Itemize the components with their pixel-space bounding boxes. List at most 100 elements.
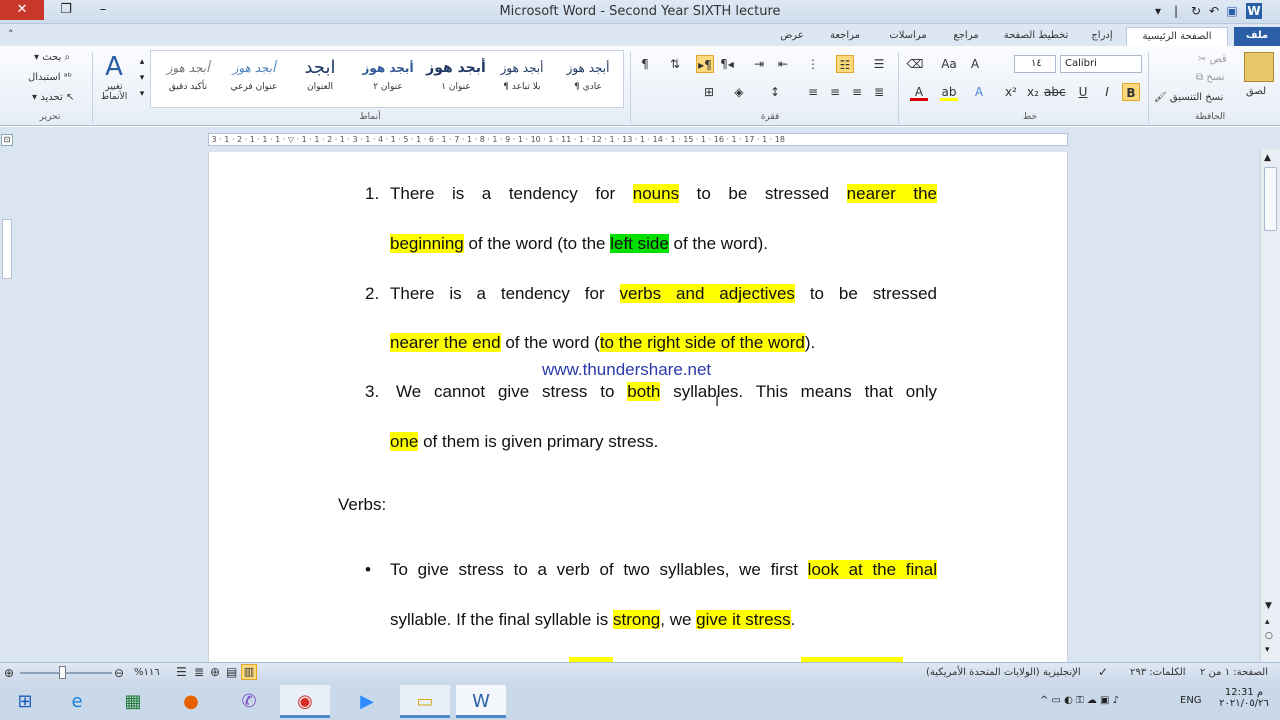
style-subtitle[interactable]: أبجد هوز عنوان فرعي: [222, 54, 286, 102]
font-size-select[interactable]: ١٤: [1014, 55, 1056, 73]
browse-object-icon[interactable]: ○: [1265, 631, 1273, 641]
paragraph-line[interactable]: nearer the end of the word (to the right…: [390, 333, 815, 353]
previous-page-icon[interactable]: ▴: [1265, 617, 1270, 627]
find-button[interactable]: ▾ بحث ⌕: [34, 52, 70, 63]
gallery-scroll[interactable]: ▴ ▾ ▾: [136, 54, 148, 104]
justify-icon[interactable]: ≣: [870, 83, 888, 101]
scroll-up-icon[interactable]: ▲: [1264, 153, 1271, 163]
input-language[interactable]: ENG: [1180, 695, 1202, 706]
word-count[interactable]: الكلمات: ٢٩٣: [1130, 667, 1186, 678]
paste-button[interactable]: لصق: [1246, 86, 1266, 97]
ltr-icon[interactable]: ▸¶: [696, 55, 714, 73]
taskbar-zoom[interactable]: ▶: [342, 685, 392, 718]
italic-icon[interactable]: I: [1098, 83, 1116, 101]
clock[interactable]: 12:31 م ٢٠٢١/٠٥/٢٦: [1214, 687, 1274, 709]
taskbar-store[interactable]: ▦: [108, 685, 158, 718]
style-heading-1[interactable]: أبجد هوز عنوان ١: [424, 54, 488, 102]
font-name-select[interactable]: Calibri: [1060, 55, 1142, 73]
taskbar-word[interactable]: W: [456, 685, 506, 718]
align-left-icon[interactable]: ≡: [804, 83, 822, 101]
paragraph-line[interactable]: There is a tendency for verbs and adject…: [390, 284, 937, 304]
scroll-down-icon[interactable]: ▼: [1265, 601, 1272, 611]
scroll-thumb[interactable]: [1264, 167, 1277, 231]
zoom-in-icon[interactable]: ⊕: [4, 666, 14, 680]
tab-selector-icon[interactable]: ⊡: [1, 134, 13, 146]
shading-icon[interactable]: ◈: [730, 83, 748, 101]
paragraph-line[interactable]: syllable. If the final syllable is stron…: [390, 610, 795, 630]
style-no-spacing[interactable]: أبجد هوز ¶ بلا تباعد: [490, 54, 554, 102]
taskbar-explorer[interactable]: ▭: [400, 685, 450, 718]
format-painter-button[interactable]: 🖌 نسخ التنسيق: [1154, 92, 1223, 103]
paste-icon[interactable]: [1244, 52, 1274, 82]
word-app-icon[interactable]: W: [1246, 3, 1262, 19]
paragraph-line[interactable]: We cannot give stress to both syllables.…: [396, 382, 937, 402]
numbering-icon[interactable]: ☷: [836, 55, 854, 73]
tab-insert[interactable]: إدراج: [1082, 27, 1122, 46]
zoom-slider[interactable]: [20, 672, 112, 674]
grow-font-icon[interactable]: A: [966, 55, 984, 73]
align-center-icon[interactable]: ≡: [826, 83, 844, 101]
tab-review[interactable]: مراجعة: [820, 27, 870, 46]
taskbar-ie[interactable]: e: [52, 685, 102, 718]
tab-mailings[interactable]: مراسلات: [880, 27, 936, 46]
tab-view[interactable]: عرض: [772, 27, 812, 46]
language-status[interactable]: الإنجليزية (الولايات المتحدة الأمريكية): [926, 667, 1081, 678]
paragraph-line[interactable]: beginning of the word (to the left side …: [390, 234, 768, 254]
tray-icons[interactable]: ^ ▭ ◐ ⚿ ☁ ▣ ♪: [1040, 695, 1119, 706]
taskbar-chrome[interactable]: ◉: [280, 685, 330, 718]
cut-button[interactable]: ✂ قص: [1198, 54, 1227, 65]
paragraph-line[interactable]: one of them is given primary stress.: [390, 432, 658, 452]
vertical-scrollbar[interactable]: ▲ ▼ ▴ ○ ▾: [1260, 149, 1280, 662]
style-normal[interactable]: أبجد هوز ¶ عادي: [556, 54, 620, 102]
change-styles-button[interactable]: A تغيير الأنماط: [98, 52, 130, 102]
taskbar-viber[interactable]: ✆: [224, 685, 274, 718]
dropdown-icon[interactable]: ▾: [1150, 3, 1166, 19]
line-spacing-icon[interactable]: ↕: [766, 83, 784, 101]
font-color-icon[interactable]: A: [910, 83, 928, 101]
replace-button[interactable]: استبدال ᵃᵇ: [28, 72, 72, 83]
align-right-icon[interactable]: ≡: [848, 83, 866, 101]
undo-icon[interactable]: ↶: [1206, 3, 1222, 19]
start-button[interactable]: ⊞: [0, 685, 50, 718]
sort-icon[interactable]: ⇅: [666, 55, 684, 73]
highlight-icon[interactable]: ab: [940, 83, 958, 101]
bullets-icon[interactable]: ☰: [870, 55, 888, 73]
strikethrough-icon[interactable]: abc: [1044, 83, 1066, 101]
full-screen-view-icon[interactable]: ▤: [226, 665, 237, 679]
next-page-icon[interactable]: ▾: [1265, 645, 1270, 655]
zoom-slider-thumb[interactable]: [59, 666, 66, 679]
section-heading[interactable]: Verbs:: [338, 495, 386, 515]
proofing-icon[interactable]: ✓: [1098, 665, 1108, 679]
decrease-indent-icon[interactable]: ⇤: [774, 55, 792, 73]
multilevel-list-icon[interactable]: ⋮: [804, 55, 822, 73]
copy-button[interactable]: ⧉ نسخ: [1196, 72, 1225, 83]
taskbar-firefox[interactable]: ●: [166, 685, 216, 718]
save-icon[interactable]: ▣: [1224, 3, 1240, 19]
style-title[interactable]: ابجد العنوان: [288, 54, 352, 102]
subscript-icon[interactable]: x₂: [1024, 83, 1042, 101]
text-effects-icon[interactable]: A: [970, 83, 988, 101]
document-page[interactable]: 1. There is a tendency for nouns to be s…: [208, 152, 1068, 662]
tab-references[interactable]: مراجع: [946, 27, 986, 46]
tab-file[interactable]: ملف: [1234, 27, 1280, 46]
tab-page-layout[interactable]: تخطيط الصفحة: [996, 27, 1076, 46]
superscript-icon[interactable]: x²: [1002, 83, 1020, 101]
redo-icon[interactable]: ↻: [1188, 3, 1204, 19]
select-button[interactable]: ▾ تحديد ↖: [32, 92, 74, 103]
style-subtle-emphasis[interactable]: أبجد هوز تأكيد دقيق: [156, 54, 220, 102]
help-icon[interactable]: ˄: [8, 28, 14, 41]
page-number[interactable]: الصفحة: ١ من ٢: [1200, 667, 1268, 678]
underline-icon[interactable]: U: [1074, 83, 1092, 101]
draft-view-icon[interactable]: ☰: [176, 665, 187, 679]
zoom-level[interactable]: %١١٦: [134, 667, 160, 678]
style-heading-2[interactable]: أبجد هوز عنوان ٢: [356, 54, 420, 102]
outline-view-icon[interactable]: ≣: [194, 665, 204, 679]
clear-format-icon[interactable]: ⌫: [906, 55, 924, 73]
rtl-icon[interactable]: ¶◂: [718, 55, 736, 73]
web-layout-icon[interactable]: ⊕: [210, 665, 220, 679]
show-marks-icon[interactable]: ¶: [636, 55, 654, 73]
tab-home[interactable]: الصفحة الرئيسية: [1126, 27, 1228, 46]
bold-icon[interactable]: B: [1122, 83, 1140, 101]
horizontal-ruler[interactable]: 3 · 1 · 2 · 1 · 1 · 1 · ▽ · 1 · 1 · 2 · …: [208, 133, 1068, 146]
print-layout-icon[interactable]: ▥: [241, 664, 257, 680]
